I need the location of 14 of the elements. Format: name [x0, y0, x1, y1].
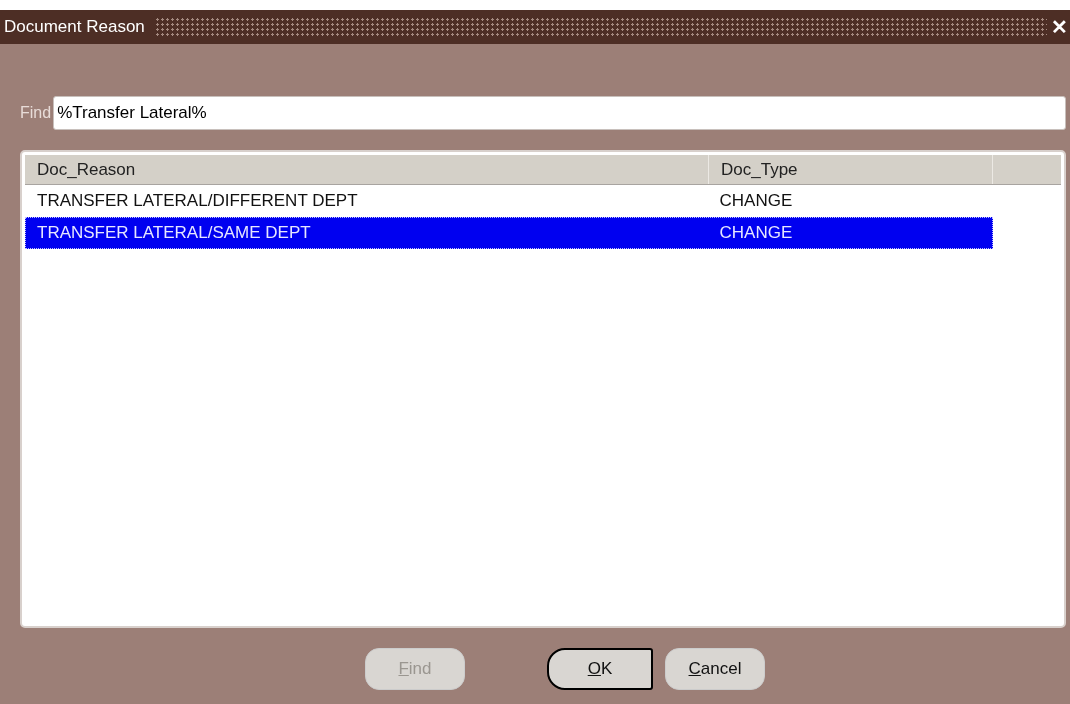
dialog-button[interactable]: OK [547, 648, 653, 690]
find-field[interactable]: %Transfer Lateral% [53, 96, 1066, 130]
table-row[interactable]: TRANSFER LATERAL/DIFFERENT DEPT CHANGE [25, 185, 993, 217]
find-label: Find [20, 103, 52, 123]
window-title: Document Reason [4, 16, 145, 39]
table-cell-text: CHANGE [718, 190, 794, 213]
table-cell-text: CHANGE [718, 222, 794, 245]
column-header[interactable]: Doc_Reason [25, 155, 709, 184]
dialog-button[interactable]: Cancel [665, 648, 765, 690]
table-row[interactable]: TRANSFER LATERAL/SAME DEPT CHANGE [25, 217, 993, 249]
table-cell-text: TRANSFER LATERAL/SAME DEPT [36, 222, 312, 245]
table-cell-text: TRANSFER LATERAL/DIFFERENT DEPT [36, 190, 359, 213]
close-button[interactable]: ✕ [1051, 17, 1068, 37]
column-header[interactable]: Doc_Type [709, 155, 993, 184]
